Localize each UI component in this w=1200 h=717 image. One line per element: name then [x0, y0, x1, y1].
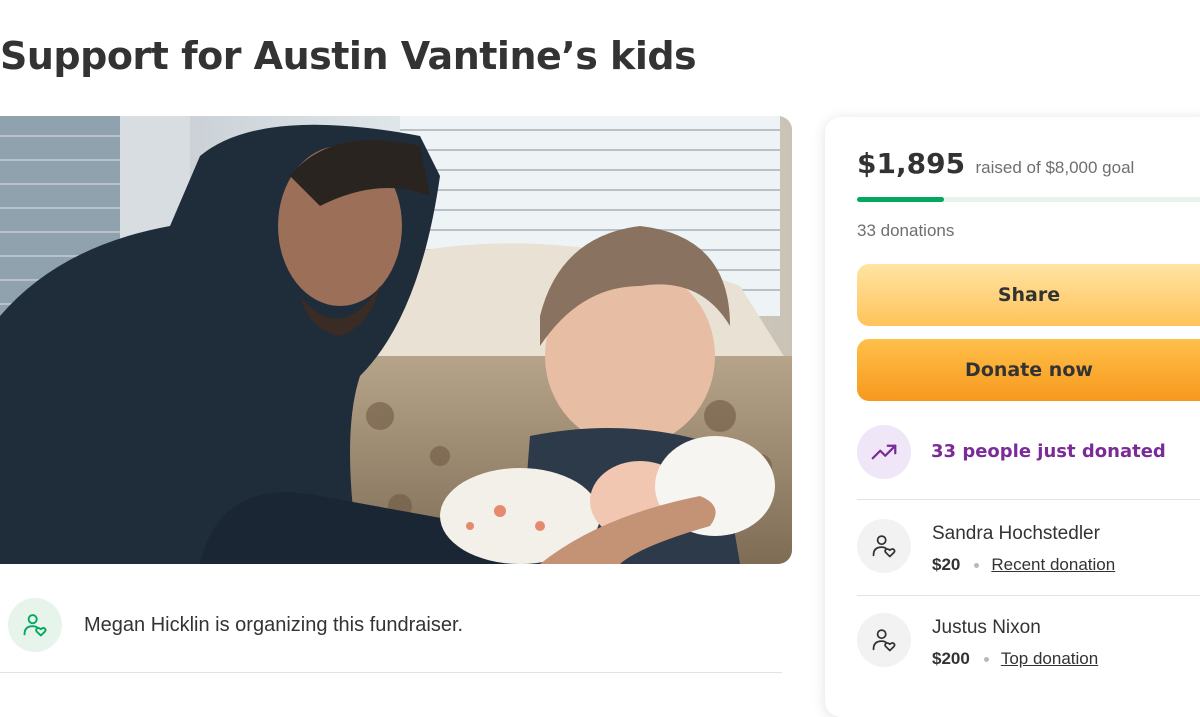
donor-name: Sandra Hochstedler	[932, 523, 1100, 544]
recent-donors-summary[interactable]: 33 people just donated	[857, 425, 1200, 481]
donor-meta: $200 Top donation	[932, 649, 1098, 669]
donor-meta: $20 Recent donation	[932, 555, 1115, 575]
share-button[interactable]: Share	[857, 264, 1200, 326]
progress-fill	[857, 197, 945, 202]
donate-now-button[interactable]: Donate now	[857, 339, 1200, 401]
donor-tag-link[interactable]: Top donation	[1001, 649, 1098, 669]
trend-text: 33 people just donated	[931, 441, 1166, 462]
divider	[857, 499, 1200, 500]
donation-count: 33 donations	[857, 221, 955, 240]
amount-raised-row: $1,895 raised of $8,000 goal	[857, 147, 1134, 180]
donor-name: Justus Nixon	[932, 617, 1041, 638]
divider	[857, 595, 1200, 596]
fundraiser-photo	[0, 116, 792, 564]
trending-up-icon	[857, 425, 911, 479]
donor-amount: $20	[932, 555, 961, 574]
amount-raised: $1,895	[857, 147, 966, 180]
person-heart-icon	[857, 519, 911, 573]
donor-amount: $200	[932, 649, 970, 668]
organizer-text: Megan Hicklin is organizing this fundrai…	[84, 614, 464, 636]
organizer-row: Megan Hicklin is organizing this fundrai…	[0, 590, 782, 673]
donor-tag-link[interactable]: Recent donation	[991, 555, 1115, 575]
donation-panel: $1,895 raised of $8,000 goal 33 donation…	[825, 117, 1200, 717]
goal-text: raised of $8,000 goal	[975, 158, 1135, 177]
donor-item: Justus Nixon $200 Top donation	[857, 611, 1200, 681]
person-heart-icon	[857, 613, 911, 667]
page-title: Support for Austin Vantine’s kids	[0, 34, 697, 78]
progress-bar	[857, 197, 1200, 202]
donor-item: Sandra Hochstedler $20 Recent donation	[857, 517, 1200, 587]
separator-dot	[983, 656, 989, 662]
separator-dot	[974, 562, 980, 568]
person-heart-icon	[8, 598, 62, 652]
